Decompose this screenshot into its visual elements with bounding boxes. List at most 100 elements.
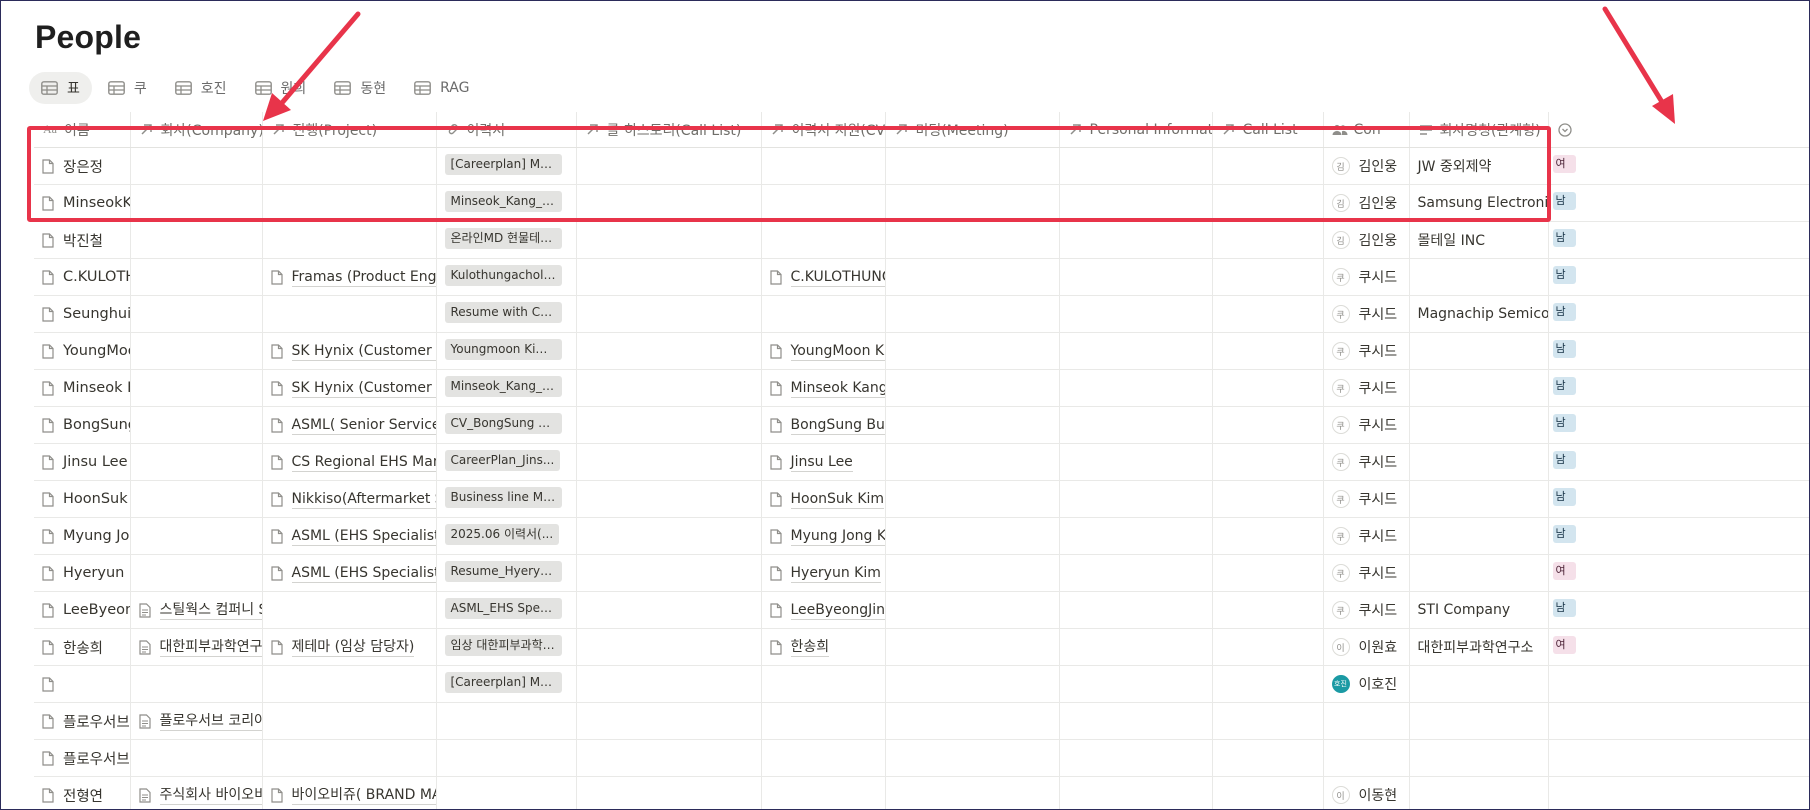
table-row[interactable]: 한송희 대한피부과학연구소 제테마 (임상 담당자) 임상 대한피부과학연... 한송희… [34, 628, 1809, 666]
con-cell[interactable]: 쿠 쿠시드 [1323, 406, 1410, 444]
company-cell[interactable] [130, 406, 263, 444]
resume-cell[interactable]: ASML_EHS Spec... [436, 591, 577, 629]
meeting-cell[interactable] [885, 517, 1060, 555]
company-name-cell[interactable]: Magnachip Semiconductor [1409, 295, 1549, 333]
cv-cell[interactable]: 한송희 [761, 628, 886, 666]
gender-cell[interactable]: 여 [1548, 147, 1809, 185]
table-row[interactable]: 장은정 [Careerplan] MS... 김 김인웅 JW 중외제약 여 [34, 147, 1809, 185]
project-cell[interactable]: CS Regional EHS Manage [262, 443, 437, 481]
personal-information-cell[interactable] [1059, 443, 1213, 481]
cv-cell[interactable] [761, 665, 886, 703]
call-list-cell[interactable] [1212, 739, 1324, 777]
personal-information-cell[interactable] [1059, 332, 1213, 370]
company-name-cell[interactable]: Samsung Electronics, S [1409, 184, 1549, 222]
cv-cell[interactable] [761, 702, 886, 740]
table-row[interactable]: [Careerplan] MS... 호진 이호진 [34, 665, 1809, 703]
con-cell[interactable]: 쿠 쿠시드 [1323, 258, 1410, 296]
column-header-4[interactable]: 콜 히스토리(Call List) [576, 112, 762, 148]
gender-cell[interactable]: 남 [1548, 591, 1809, 629]
column-header-10[interactable]: 회사명칭(관계형) [1409, 112, 1549, 148]
personal-information-cell[interactable] [1059, 406, 1213, 444]
column-header-2[interactable]: 진행(Project) [262, 112, 437, 148]
table-row[interactable]: 플로우서브코리아 [34, 739, 1809, 777]
project-cell[interactable]: Nikkiso(Aftermarket Serv [262, 480, 437, 518]
table-row[interactable]: SeunghuiChoi Resume with CV ... 쿠 쿠시드 Magnac… [34, 295, 1809, 333]
cv-cell[interactable] [761, 184, 886, 222]
meeting-cell[interactable] [885, 295, 1060, 333]
resume-cell[interactable]: CareerPlan_Jins... [436, 443, 577, 481]
table-row[interactable]: Hyeryun Kim ASML (EHS Specialist) Resume_H… [34, 554, 1809, 592]
con-cell[interactable]: 호진 이호진 [1323, 665, 1410, 703]
call-list-cell[interactable] [1212, 628, 1324, 666]
personal-information-cell[interactable] [1059, 665, 1213, 703]
company-name-cell[interactable]: STI Company [1409, 591, 1549, 629]
personal-information-cell[interactable] [1059, 702, 1213, 740]
resume-cell[interactable]: [Careerplan] MS... [436, 147, 577, 185]
personal-information-cell[interactable] [1059, 295, 1213, 333]
column-header-9[interactable]: Con [1323, 112, 1410, 148]
column-header-0[interactable]: Aa 이름 [34, 112, 131, 148]
con-cell[interactable]: 쿠 쿠시드 [1323, 443, 1410, 481]
company-name-cell[interactable] [1409, 665, 1549, 703]
personal-information-cell[interactable] [1059, 258, 1213, 296]
project-cell[interactable]: 제테마 (임상 담당자) [262, 628, 437, 666]
meeting-cell[interactable] [885, 332, 1060, 370]
gender-cell[interactable] [1548, 702, 1809, 740]
call-list-cell[interactable] [1212, 554, 1324, 592]
column-header-3[interactable]: 이력서 [436, 112, 577, 148]
resume-cell[interactable] [436, 776, 577, 809]
meeting-cell[interactable] [885, 739, 1060, 777]
cv-cell[interactable] [761, 147, 886, 185]
call-history-cell[interactable] [576, 295, 762, 333]
resume-cell[interactable]: Minseok_Kang_R... [436, 369, 577, 407]
personal-information-cell[interactable] [1059, 776, 1213, 809]
call-history-cell[interactable] [576, 702, 762, 740]
name-cell[interactable]: 장은정 [34, 147, 131, 185]
meeting-cell[interactable] [885, 702, 1060, 740]
name-cell[interactable]: Minseok Kang [34, 369, 131, 407]
call-list-cell[interactable] [1212, 591, 1324, 629]
project-cell[interactable] [262, 295, 437, 333]
call-history-cell[interactable] [576, 554, 762, 592]
con-cell[interactable]: 쿠 쿠시드 [1323, 554, 1410, 592]
company-cell[interactable] [130, 480, 263, 518]
resume-cell[interactable]: Youngmoon Kim... [436, 332, 577, 370]
resume-cell[interactable]: 2025.06 이력서(... [436, 517, 577, 555]
con-cell[interactable]: 김 김인웅 [1323, 184, 1410, 222]
company-name-cell[interactable] [1409, 554, 1549, 592]
company-cell[interactable] [130, 295, 263, 333]
con-cell[interactable] [1323, 702, 1410, 740]
name-cell[interactable]: SeunghuiChoi [34, 295, 131, 333]
company-name-cell[interactable] [1409, 739, 1549, 777]
project-cell[interactable] [262, 147, 437, 185]
table-row[interactable]: Jinsu Lee CS Regional EHS Manage CareerPla… [34, 443, 1809, 481]
personal-information-cell[interactable] [1059, 517, 1213, 555]
name-cell[interactable]: 박진철 [34, 221, 131, 259]
column-header-5[interactable]: 이력서 지원(CV) [761, 112, 886, 148]
meeting-cell[interactable] [885, 258, 1060, 296]
call-list-cell[interactable] [1212, 295, 1324, 333]
gender-cell[interactable]: 남 [1548, 295, 1809, 333]
company-cell[interactable] [130, 184, 263, 222]
project-cell[interactable] [262, 739, 437, 777]
column-header-7[interactable]: Personal Information [1059, 112, 1213, 148]
table-row[interactable]: 박진철 온라인MD 현물테일... 김 김인웅 몰테일 INC 남 [34, 221, 1809, 259]
project-cell[interactable]: ASML (EHS Specialist) [262, 554, 437, 592]
gender-cell[interactable]: 여 [1548, 628, 1809, 666]
table-row[interactable]: C.KULOTHUNGA Framas (Product Engineer Kulo… [34, 258, 1809, 296]
con-cell[interactable]: 쿠 쿠시드 [1323, 517, 1410, 555]
meeting-cell[interactable] [885, 665, 1060, 703]
name-cell[interactable]: Jinsu Lee [34, 443, 131, 481]
cv-cell[interactable] [761, 776, 886, 809]
call-history-cell[interactable] [576, 628, 762, 666]
name-cell[interactable]: Myung Jong Kim [34, 517, 131, 555]
company-cell[interactable] [130, 443, 263, 481]
con-cell[interactable] [1323, 739, 1410, 777]
cv-cell[interactable]: C.KULOTHUNGA [761, 258, 886, 296]
call-history-cell[interactable] [576, 258, 762, 296]
project-cell[interactable]: Framas (Product Engineer [262, 258, 437, 296]
gender-cell[interactable]: 남 [1548, 258, 1809, 296]
table-row[interactable]: 전형연 주식회사 바이오비쥬 바이오비쥬( BRAND MANAGER 이 이동현 [34, 776, 1809, 809]
company-name-cell[interactable] [1409, 443, 1549, 481]
meeting-cell[interactable] [885, 443, 1060, 481]
